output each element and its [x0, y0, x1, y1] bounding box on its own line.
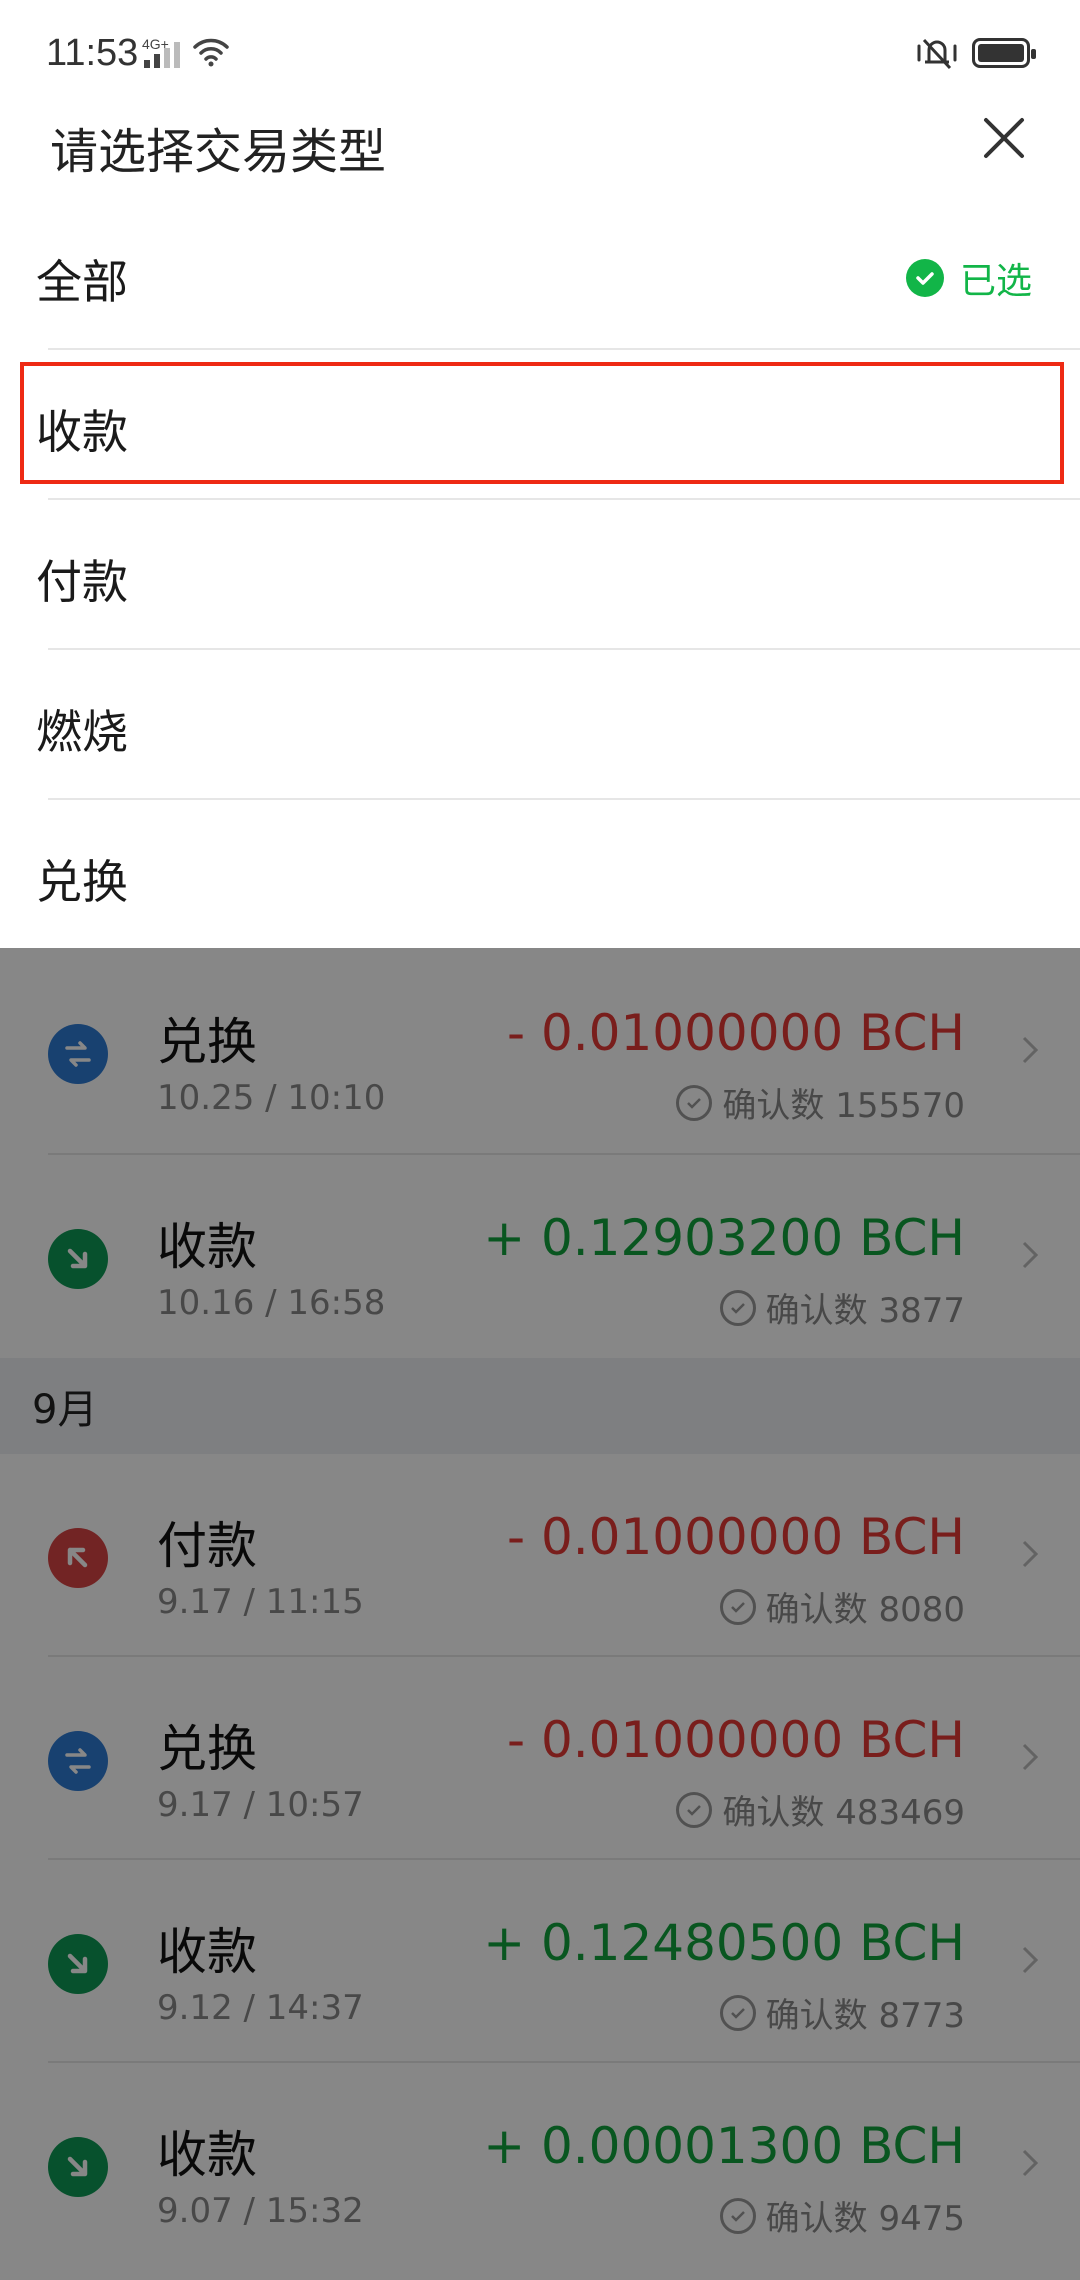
option-label: 燃烧	[36, 705, 128, 759]
selected-label: 已选	[959, 261, 1032, 302]
option-label: 兑换	[36, 855, 128, 909]
option-label: 付款	[36, 555, 128, 609]
option-burn[interactable]: 燃烧	[0, 650, 1080, 800]
option-exchange[interactable]: 兑换	[0, 800, 1080, 950]
option-label: 全部	[36, 255, 128, 309]
highlight-box	[20, 362, 1064, 484]
status-bar: 11:53 4G+	[0, 0, 1080, 110]
vibrate-mode-icon	[917, 38, 957, 70]
option-all[interactable]: 全部 已选	[0, 200, 1080, 350]
close-button[interactable]	[976, 110, 1032, 166]
cellular-signal-icon	[144, 42, 180, 68]
option-send[interactable]: 付款	[0, 500, 1080, 650]
transaction-type-sheet: 11:53 4G+ 请选择交易类型 全部 已选 收款 付款 燃烧 兑换	[0, 0, 1080, 948]
selected-indicator: 已选	[905, 252, 1032, 304]
sheet-title: 请选择交易类型	[50, 124, 387, 180]
status-time: 11:53	[46, 32, 139, 74]
check-circle-icon	[905, 259, 944, 297]
close-icon	[984, 118, 1024, 158]
wifi-icon	[193, 38, 229, 67]
battery-icon	[972, 38, 1036, 68]
